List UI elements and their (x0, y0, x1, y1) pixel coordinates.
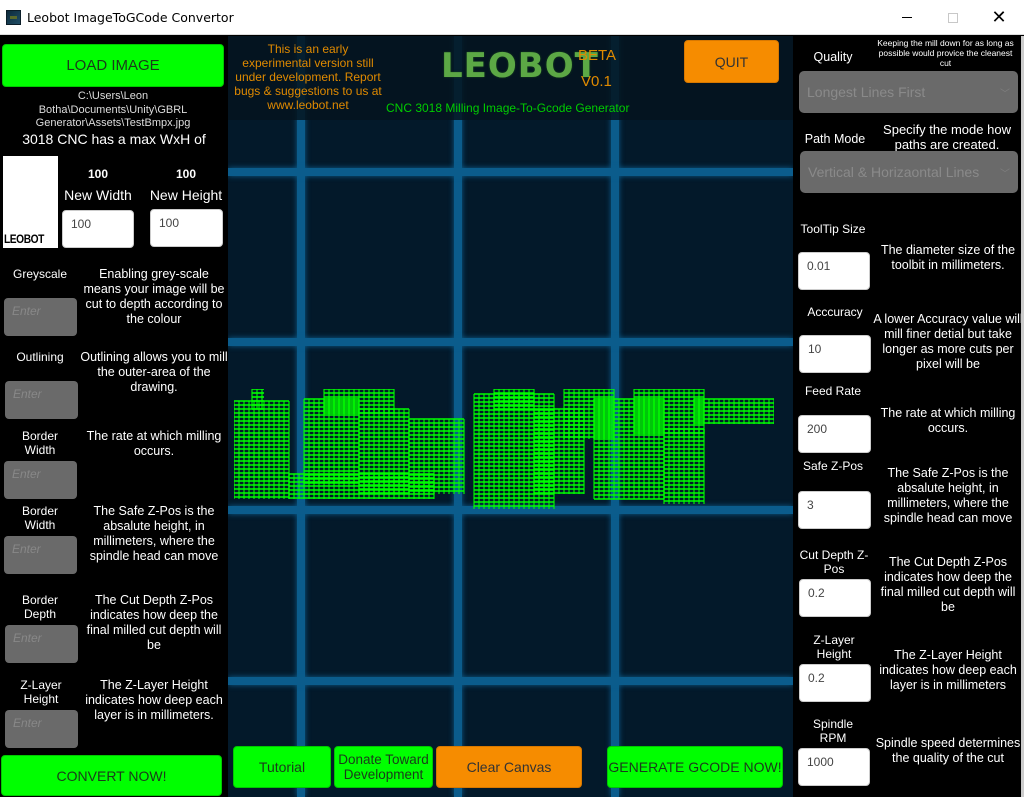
path-mode-description: Specify the mode how paths are created. (883, 122, 1011, 152)
border-depth-label: Border Depth (21, 593, 59, 621)
app-window: Leobot ImageToGCode Convertor ✕ LOAD IMA… (0, 0, 1024, 797)
feed-rate-description: The rate at which milling occurs. (880, 406, 1016, 435)
right-panel: Quality Keeping the mill down for as lon… (793, 36, 1024, 797)
load-image-button[interactable]: LOAD IMAGE (2, 44, 224, 87)
feed-rate-input[interactable]: 200 (798, 415, 871, 453)
z-layer-height-description: The Z-Layer Height indicates how deep ea… (85, 678, 223, 722)
leobot-logo: LEOBOT (441, 46, 599, 86)
window-title: Leobot ImageToGCode Convertor (27, 10, 234, 25)
maximize-button[interactable] (930, 0, 976, 35)
border-width-2-description: The Safe Z-Pos is the absalute height, i… (89, 504, 219, 563)
z-layer-height-r-label: Z-Layer Height (813, 633, 855, 661)
beta-label: BETA (578, 47, 617, 64)
spindle-rpm-description: Spindle speed determines the quality of … (875, 736, 1021, 765)
donate-button[interactable]: Donate Toward Development (334, 746, 433, 788)
quality-selected: Longest Lines First (807, 84, 926, 100)
z-layer-height-label: Z-Layer Height (20, 678, 62, 706)
border-width-description: The rate at which milling occurs. (86, 429, 222, 458)
quit-button[interactable]: QUIT (684, 40, 779, 83)
cut-depth-input[interactable]: 0.2 (799, 579, 871, 617)
gcode-canvas[interactable]: This is an early experimental version st… (228, 36, 793, 797)
border-width-input[interactable]: Enter (4, 461, 77, 499)
greyscale-input[interactable]: Enter (4, 298, 77, 336)
outlining-description: Outlining allows you to mill the outer-a… (80, 350, 228, 394)
clear-canvas-button[interactable]: Clear Canvas (436, 746, 582, 788)
safe-z-pos-input[interactable]: 3 (798, 491, 871, 529)
close-button[interactable]: ✕ (976, 0, 1022, 35)
accuracy-description: A lower Accuracy value will mill finer d… (873, 312, 1023, 371)
border-width-label: Border Width (21, 429, 59, 457)
accuracy-label: Acccuracy (807, 305, 863, 319)
left-panel: LOAD IMAGE C:\Users\Leon Botha\Documents… (0, 36, 228, 797)
z-layer-height-input[interactable]: Enter (5, 710, 78, 748)
grid-line (228, 168, 793, 176)
z-layer-height-r-input[interactable]: 0.2 (799, 664, 871, 702)
height-value: 100 (175, 167, 197, 181)
cut-depth-description: The Cut Depth Z-Pos indicates how deep t… (880, 555, 1016, 614)
border-width-2-input[interactable]: Enter (4, 536, 77, 574)
accuracy-input[interactable]: 10 (799, 335, 871, 373)
image-preview: LEOBOT (3, 156, 58, 248)
tutorial-button[interactable]: Tutorial (233, 746, 331, 788)
generate-gcode-button[interactable]: GENERATE GCODE NOW! (607, 746, 783, 788)
chevron-down-icon: ﹀ (1000, 168, 1010, 180)
border-width-2-label: Border Width (21, 504, 59, 532)
quality-dropdown[interactable]: Longest Lines First ﹀ (799, 71, 1018, 113)
maximize-icon (948, 12, 958, 23)
path-mode-label: Path Mode (804, 132, 866, 146)
app-icon (6, 10, 21, 25)
border-depth-input[interactable]: Enter (5, 625, 78, 663)
outlining-input[interactable]: Enter (5, 381, 78, 419)
border-depth-description: The Cut Depth Z-Pos indicates how deep t… (86, 593, 222, 652)
preview-text: LEOBOT (4, 232, 44, 246)
close-icon: ✕ (991, 7, 1007, 27)
new-width-input[interactable]: 100 (62, 210, 134, 248)
minimize-button[interactable] (884, 0, 930, 35)
version-label: V0.1 (581, 73, 612, 90)
tooltip-size-input[interactable]: 0.01 (798, 252, 870, 290)
width-value: 100 (87, 167, 109, 181)
file-path: C:\Users\Leon Botha\Documents\Unity\GBRL… (35, 90, 191, 129)
safe-z-pos-label: Safe Z-Pos (802, 459, 864, 473)
new-width-label: New Width (64, 187, 132, 203)
tooltip-size-label: ToolTip Size (800, 222, 866, 236)
quality-description: Keeping the mill down for as long as pos… (877, 38, 1014, 68)
path-mode-dropdown[interactable]: Vertical & Horizaontal Lines ﹀ (800, 151, 1018, 193)
app-subtitle: CNC 3018 Milling Image-To-Gcode Generato… (386, 101, 630, 115)
toolpath-preview (234, 389, 774, 509)
spindle-rpm-label: Spindle RPM (812, 717, 854, 745)
new-height-label: New Height (149, 187, 223, 203)
notice-text: This is an early experimental version st… (234, 42, 382, 112)
grid-line (228, 677, 793, 685)
spindle-rpm-input[interactable]: 1000 (798, 748, 870, 786)
cut-depth-label: Cut Depth Z-Pos (799, 548, 869, 576)
new-height-input[interactable]: 100 (150, 209, 223, 247)
chevron-down-icon: ﹀ (1000, 88, 1010, 100)
tooltip-size-description: The diameter size of the toolbit in mill… (880, 243, 1016, 272)
title-bar: Leobot ImageToGCode Convertor ✕ (0, 0, 1024, 35)
quality-label: Quality (813, 50, 853, 64)
feed-rate-label: Feed Rate (804, 384, 862, 398)
greyscale-label: Greyscale (12, 267, 68, 281)
minimize-icon (902, 17, 912, 18)
convert-now-button[interactable]: CONVERT NOW! (1, 755, 222, 796)
path-mode-selected: Vertical & Horizaontal Lines (808, 164, 980, 180)
safe-z-pos-description: The Safe Z-Pos is the absalute height, i… (883, 466, 1013, 525)
outlining-label: Outlining (16, 350, 64, 364)
grid-line (228, 338, 793, 346)
z-layer-height-r-description: The Z-Layer Height indicates how deep ea… (879, 648, 1017, 692)
max-size-text: 3018 CNC has a max WxH of (22, 131, 206, 147)
greyscale-description: Enabling grey-scale means your image wil… (83, 267, 225, 326)
